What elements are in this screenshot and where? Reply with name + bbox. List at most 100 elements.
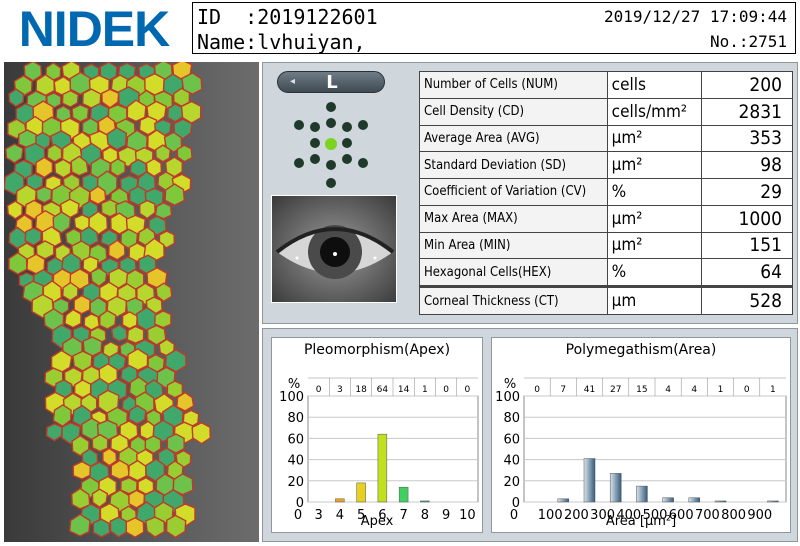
result-label: Number of Cells (NUM) [419, 71, 608, 99]
plot-area [523, 395, 787, 503]
result-row: Coefficient of Variation (CV)% 29 [419, 178, 793, 206]
y-tick-label: 40 [503, 454, 520, 469]
bar-count-label: 1 [422, 385, 428, 395]
y-tick-label: 100 [279, 390, 304, 405]
bar [662, 497, 674, 503]
result-unit: % [606, 178, 703, 206]
results-panel: ◂ L Number of Cells (NUM) cells 200 Cell… [262, 62, 798, 324]
result-label: Max Area (MAX) [419, 204, 608, 233]
bar-count-label: 1 [718, 385, 724, 395]
result-value: 1000 [701, 204, 793, 233]
result-unit: cells/mm² [606, 97, 703, 126]
y-axis-label: % [504, 377, 516, 392]
bar-count-label: 3 [337, 385, 343, 395]
result-row: Corneal Thickness (CT) μm 528 [419, 285, 793, 315]
fixation-target-icon [294, 102, 368, 188]
result-label: Corneal Thickness (CT) [419, 285, 608, 315]
bar [356, 482, 366, 503]
result-label: Min Area (MIN) [419, 231, 608, 260]
bar [767, 500, 779, 503]
y-tick-label: 100 [495, 390, 520, 405]
result-unit: μm² [606, 204, 703, 233]
y-tick-label: 60 [503, 432, 520, 447]
result-value: 98 [701, 151, 793, 180]
eye-photo [271, 195, 397, 303]
bar [636, 485, 648, 503]
polymegathism-plot: 020406080100% 0 7 41 27 15 4 4 1 0 1100 200 300 400 50… [495, 377, 787, 523]
endothelial-cell [109, 158, 126, 178]
result-value: 29 [701, 178, 793, 206]
bar-count-label: 4 [665, 385, 671, 395]
patient-id: ID :2019122601 [197, 5, 378, 29]
result-unit: μm² [606, 151, 703, 180]
bar [688, 497, 701, 503]
nidek-logo: NIDEK [18, 1, 171, 57]
exam-datetime: 2019/12/27 17:09:44 [603, 7, 787, 26]
bar-count-label: 4 [691, 385, 697, 395]
eye-side-label: L [326, 72, 338, 93]
bar-count-label: 7 [560, 385, 566, 395]
result-value: 528 [701, 285, 793, 315]
y-axis-label: % [288, 377, 300, 392]
pleomorphism-plot: 020406080100% 0 3 18 64 14 1 0 03 4 5 6 7 8 9 100 [279, 377, 479, 523]
result-value: 151 [701, 231, 793, 260]
y-tick-label: 60 [287, 432, 304, 447]
bar-count-label: 15 [636, 385, 647, 395]
result-row: Cell Density (CD) cells/mm² 2831 [419, 97, 793, 126]
result-unit: % [606, 258, 703, 288]
result-label: Coefficient of Variation (CV) [419, 178, 608, 206]
endothelial-cell [91, 433, 109, 453]
bar-count-label: 0 [443, 385, 449, 395]
y-tick-label: 40 [287, 454, 304, 469]
result-label: Cell Density (CD) [419, 97, 608, 126]
bar-count-label: 0 [744, 385, 750, 395]
result-row: Standard Deviation (SD) μm² 98 [419, 151, 793, 180]
result-value: 2831 [701, 97, 793, 126]
bar-count-label: 1 [770, 385, 776, 395]
bar [398, 486, 409, 503]
result-label: Standard Deviation (SD) [419, 151, 608, 180]
endothelial-cell [176, 144, 193, 163]
result-row: Max Area (MAX) μm² 1000 [419, 204, 793, 233]
endothelial-cell [126, 325, 145, 344]
result-unit: cells [606, 71, 703, 99]
endothelial-cell [92, 518, 111, 538]
plot-area [307, 395, 479, 503]
cell-mosaic [4, 62, 259, 542]
results-table: Number of Cells (NUM) cells 200 Cell Densit… [419, 71, 793, 315]
eye-side-button[interactable]: ◂ L [277, 71, 385, 93]
endothelial-cell [71, 104, 90, 123]
result-unit: μm² [606, 124, 703, 153]
bar-count-label: 41 [584, 385, 595, 395]
bar-count-label: 0 [534, 385, 540, 395]
bar-count-label: 18 [355, 385, 367, 395]
bar [420, 500, 430, 503]
exam-number: No.:2751 [709, 32, 787, 51]
bar [714, 500, 727, 503]
patient-info-box: ID :2019122601 Name:lvhuiyan, 2019/12/27… [192, 2, 796, 54]
bar [377, 433, 388, 503]
y-tick-label: 80 [503, 411, 520, 426]
result-row: Number of Cells (NUM) cells 200 [419, 71, 793, 99]
result-row: Average Area (AVG) μm² 353 [419, 124, 793, 153]
chart-xlabel: Apex [360, 514, 394, 529]
result-label: Hexagonal Cells(HEX) [419, 258, 608, 288]
pleomorphism-chart: Pleomorphism(Apex) 0 20 40 60 80 100% 0 3 18 64 14… [271, 337, 483, 533]
result-value: 64 [701, 258, 793, 288]
bar-count-label: 0 [465, 385, 471, 395]
result-row: Min Area (MIN) μm² 151 [419, 231, 793, 260]
result-value: 353 [701, 124, 793, 153]
result-label: Average Area (AVG) [419, 124, 608, 153]
endothelial-cell [35, 186, 53, 204]
bar [583, 458, 596, 503]
result-row: Hexagonal Cells(HEX)% 64 [419, 258, 793, 288]
result-unit: μm² [606, 231, 703, 260]
result-unit: μm [606, 285, 703, 315]
bar [609, 473, 622, 503]
bar-count-label: 0 [316, 385, 322, 395]
y-tick-label: 80 [287, 411, 304, 426]
result-value: 200 [701, 71, 793, 99]
chart-xlabel: Area [μm²] [605, 514, 677, 529]
y-tick-label: 20 [287, 475, 304, 490]
endothelial-cell [72, 460, 92, 480]
